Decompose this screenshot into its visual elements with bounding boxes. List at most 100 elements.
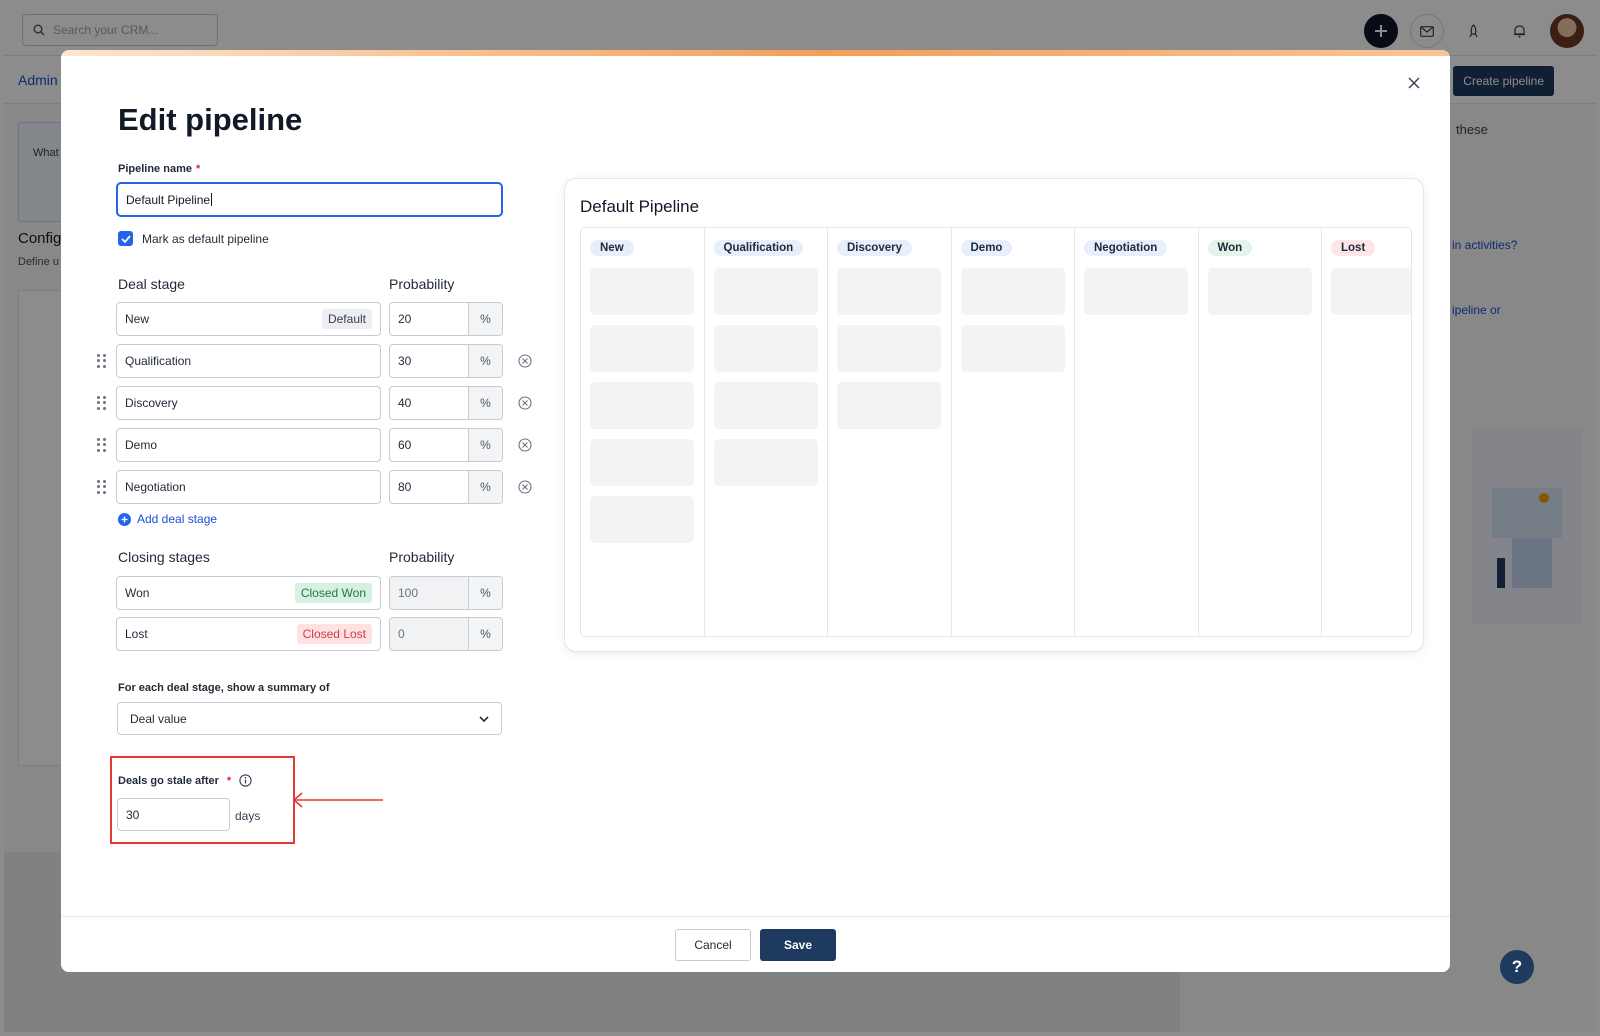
stale-after-label: Deals go stale after * [118, 774, 252, 787]
stage-name-input-negotiation[interactable]: Negotiation [116, 470, 381, 504]
stage-name: Demo [125, 438, 158, 452]
stage-name: Lost [125, 627, 148, 641]
remove-stage-icon[interactable] [518, 354, 532, 368]
closing-stage-input-won[interactable]: Won Closed Won [116, 576, 381, 610]
percent-unit: % [468, 387, 502, 419]
closing-stage-input-lost[interactable]: Lost Closed Lost [116, 617, 381, 651]
stale-days-value: 30 [126, 807, 140, 822]
probability-input-negotiation[interactable]: 80 % [389, 470, 503, 504]
info-icon[interactable] [239, 774, 252, 787]
probability-value: 80 [398, 480, 412, 494]
drag-handle-icon[interactable] [96, 480, 106, 494]
placeholder-card [713, 382, 818, 429]
close-modal-button[interactable] [1405, 74, 1423, 92]
preview-column-won: Won [1199, 228, 1322, 636]
probability-input-lost: 0 % [389, 617, 503, 651]
percent-unit: % [468, 345, 502, 377]
placeholder-card [590, 496, 694, 543]
pipeline-preview: Default Pipeline New Qualification Disco… [564, 178, 1424, 652]
close-icon [1408, 77, 1420, 89]
deal-stage-header: Deal stage [118, 276, 185, 292]
probability-value: 100 [398, 586, 419, 600]
closing-probability-header: Probability [389, 549, 455, 565]
save-button[interactable]: Save [760, 929, 836, 961]
pipeline-name-label-text: Pipeline name [118, 163, 192, 175]
add-deal-stage-button[interactable]: Add deal stage [118, 512, 217, 526]
annotation-arrow-icon [292, 792, 383, 808]
checkmark-icon [120, 234, 131, 243]
preview-column-lost: Lost [1322, 228, 1411, 636]
placeholder-card [837, 325, 941, 372]
drag-handle-icon[interactable] [96, 354, 106, 368]
placeholder-card [713, 325, 818, 372]
summary-select[interactable]: Deal value [117, 702, 502, 735]
placeholder-card [590, 382, 694, 429]
closed-won-badge: Closed Won [294, 583, 372, 603]
placeholder-card [713, 439, 818, 486]
remove-stage-icon[interactable] [518, 396, 532, 410]
modal-title: Edit pipeline [118, 102, 303, 137]
probability-input-qualification[interactable]: 30 % [389, 344, 503, 378]
placeholder-card [590, 325, 694, 372]
drag-handle-icon[interactable] [96, 396, 106, 410]
probability-input-won: 100 % [389, 576, 503, 610]
help-button[interactable]: ? [1500, 950, 1534, 984]
percent-unit: % [468, 429, 502, 461]
preview-title: Default Pipeline [580, 197, 700, 216]
chevron-down-icon [479, 715, 489, 722]
percent-unit: % [468, 618, 502, 650]
add-deal-stage-label: Add deal stage [137, 512, 218, 526]
remove-stage-icon[interactable] [518, 438, 532, 452]
probability-input-new[interactable]: 20 % [389, 302, 503, 336]
preview-column-discovery: Discovery [828, 228, 952, 636]
stage-name: Negotiation [125, 480, 186, 494]
required-mark: * [226, 774, 232, 787]
default-pipeline-checkbox[interactable] [118, 231, 133, 246]
percent-unit: % [468, 303, 502, 335]
probability-value: 20 [398, 312, 412, 326]
placeholder-card [1331, 268, 1411, 315]
stage-name-input-qualification[interactable]: Qualification [116, 344, 381, 378]
probability-input-demo[interactable]: 60 % [389, 428, 503, 462]
placeholder-card [713, 268, 818, 315]
placeholder-card [837, 268, 941, 315]
percent-unit: % [468, 471, 502, 503]
placeholder-card [1207, 268, 1312, 315]
stage-name: Qualification [125, 354, 192, 368]
stage-pill: Qualification [713, 240, 804, 256]
pipeline-name-value: Default Pipeline [126, 192, 211, 207]
modal-accent-bar [61, 50, 1450, 56]
preview-board: New Qualification Discovery Demo Negotia… [580, 227, 1412, 637]
remove-stage-icon[interactable] [518, 480, 532, 494]
stage-name: Discovery [125, 396, 178, 410]
probability-value: 0 [398, 627, 405, 641]
stage-pill: Negotiation [1084, 240, 1168, 256]
closing-stages-header: Closing stages [118, 549, 210, 565]
summary-selected-value: Deal value [130, 711, 187, 726]
default-badge: Default [321, 309, 372, 329]
stage-name-input-demo[interactable]: Demo [116, 428, 381, 462]
probability-header: Probability [389, 276, 455, 292]
summary-label: For each deal stage, show a summary of [118, 682, 330, 694]
cancel-button[interactable]: Cancel [675, 929, 751, 961]
default-pipeline-checkbox-row[interactable]: Mark as default pipeline [118, 231, 269, 246]
stale-days-input[interactable]: 30 [117, 798, 230, 831]
probability-value: 60 [398, 438, 412, 452]
edit-pipeline-modal: Edit pipeline Pipeline name * Default Pip… [61, 50, 1450, 972]
stage-pill: Demo [960, 240, 1013, 256]
closed-lost-badge: Closed Lost [296, 624, 372, 644]
stage-name-input-discovery[interactable]: Discovery [116, 386, 381, 420]
stage-name: New [125, 312, 150, 326]
probability-input-discovery[interactable]: 40 % [389, 386, 503, 420]
stage-pill: New [590, 240, 634, 256]
placeholder-card [837, 382, 941, 429]
probability-value: 30 [398, 354, 412, 368]
pipeline-name-input[interactable]: Default Pipeline [116, 182, 503, 217]
stage-name-input-new[interactable]: New Default [116, 302, 381, 336]
placeholder-card [960, 325, 1065, 372]
preview-column-demo: Demo [952, 228, 1075, 636]
stage-pill: Discovery [837, 240, 912, 256]
text-caret [211, 193, 213, 206]
drag-handle-icon[interactable] [96, 438, 106, 452]
preview-column-negotiation: Negotiation [1075, 228, 1199, 636]
